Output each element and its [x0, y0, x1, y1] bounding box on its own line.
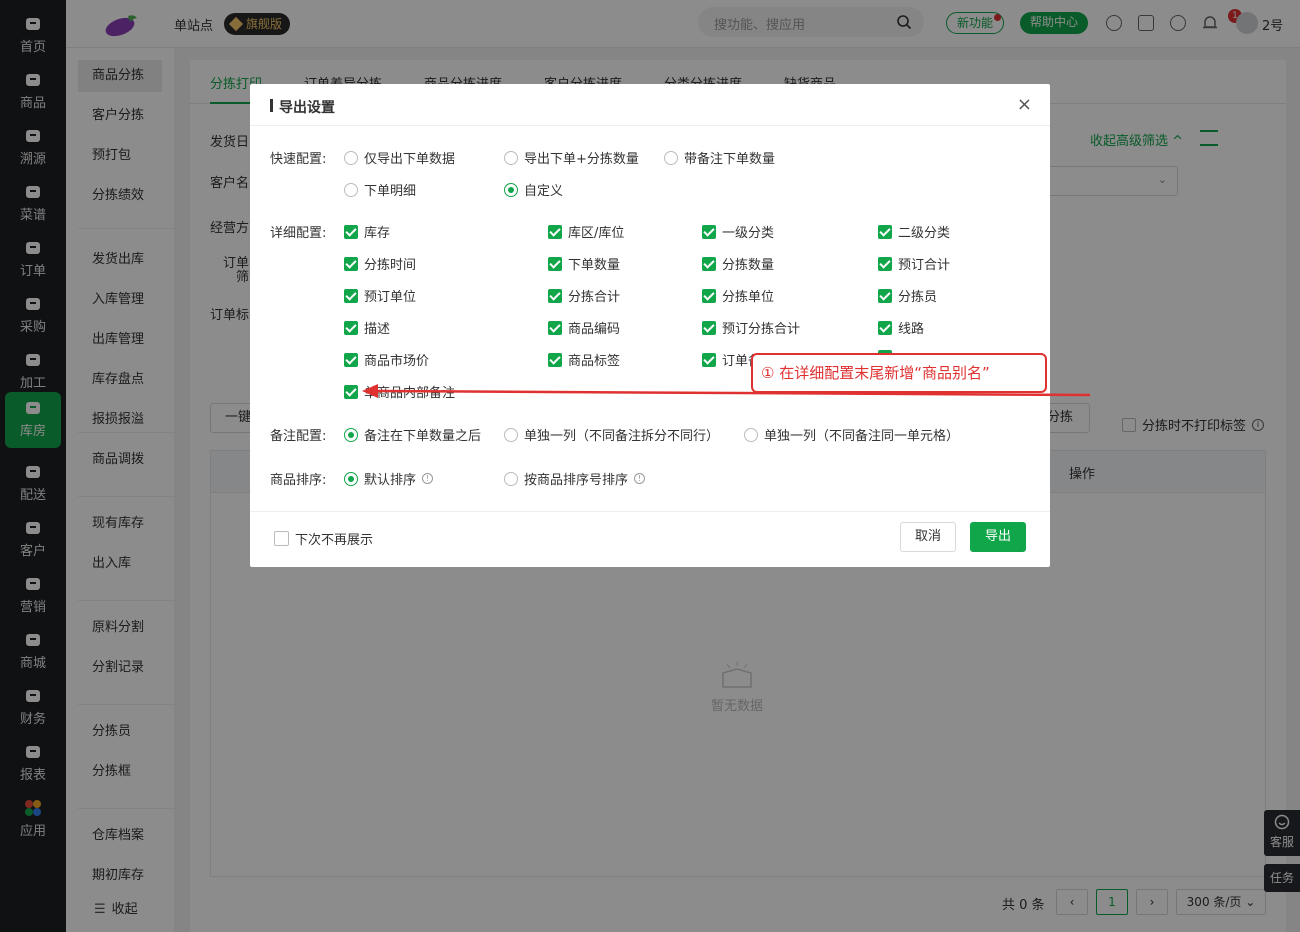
annotation-callout: ① 在详细配置末尾新增“商品别名”	[751, 353, 1047, 393]
annotation-arrow	[362, 384, 1091, 398]
